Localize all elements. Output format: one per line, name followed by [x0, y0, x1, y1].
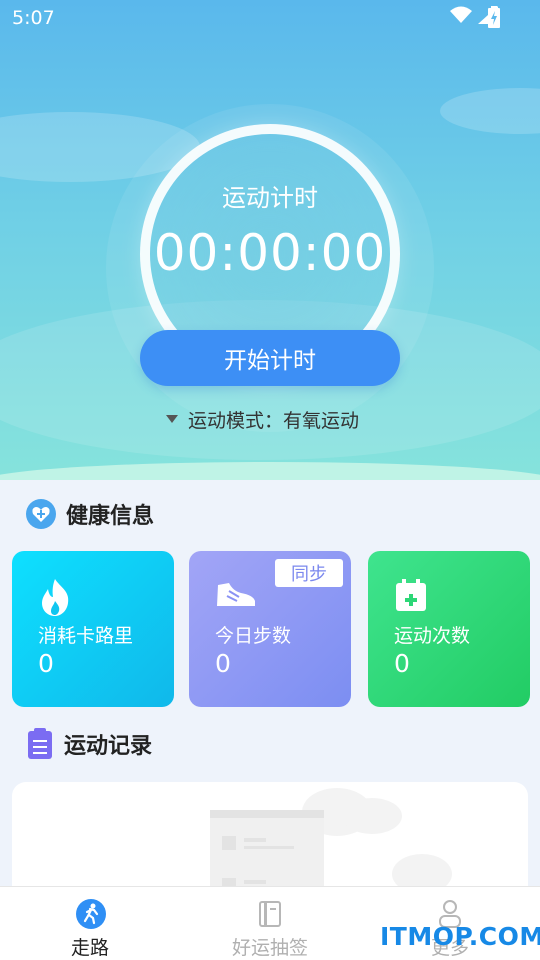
calorie-card[interactable]: 消耗卡路里 0: [12, 551, 174, 707]
workout-count-label: 运动次数: [394, 625, 471, 647]
steps-value: 0: [215, 649, 231, 678]
start-timer-button[interactable]: 开始计时: [140, 330, 400, 386]
walk-icon: [76, 899, 106, 929]
status-bar: 5:07: [0, 0, 540, 38]
steps-label: 今日步数: [215, 625, 292, 647]
heart-shield-icon: [26, 499, 56, 529]
status-time: 5:07: [12, 7, 55, 29]
mode-selector[interactable]: 运动模式：有氧运动: [166, 406, 359, 432]
timer-title: 运动计时: [222, 184, 318, 212]
timer-display: 00:00:00: [153, 224, 387, 282]
tab-walk-label: 走路: [70, 937, 109, 959]
sneaker-icon: [217, 583, 255, 606]
health-section-header: 健康信息: [26, 498, 154, 530]
steps-card[interactable]: 同步 今日步数 0: [189, 551, 351, 707]
notebook-icon: [259, 901, 281, 927]
wifi-icon: [450, 6, 472, 23]
mode-label: 运动模式：有氧运动: [188, 409, 360, 432]
workout-count-value: 0: [394, 649, 410, 678]
hero-wave: [0, 462, 540, 480]
watermark-logo: ITMOP.COM: [380, 922, 540, 951]
flame-icon: [42, 579, 69, 616]
tab-fortune[interactable]: 好运抽签: [180, 887, 360, 960]
tab-walk[interactable]: 走路: [0, 887, 180, 960]
dropdown-triangle-icon: [166, 415, 178, 423]
workout-count-card[interactable]: 运动次数 0: [368, 551, 530, 707]
calorie-label: 消耗卡路里: [38, 625, 134, 647]
calendar-plus-icon: [396, 579, 426, 611]
tab-fortune-label: 好运抽签: [231, 937, 308, 959]
records-section-title: 运动记录: [64, 734, 153, 759]
records-section-header: 运动记录: [26, 728, 152, 760]
records-panel: [12, 782, 528, 902]
battery-icon: [488, 6, 500, 28]
clipboard-icon: [28, 728, 52, 759]
calorie-value: 0: [38, 649, 54, 678]
health-section-title: 健康信息: [66, 504, 155, 529]
sync-button[interactable]: 同步: [275, 559, 343, 587]
